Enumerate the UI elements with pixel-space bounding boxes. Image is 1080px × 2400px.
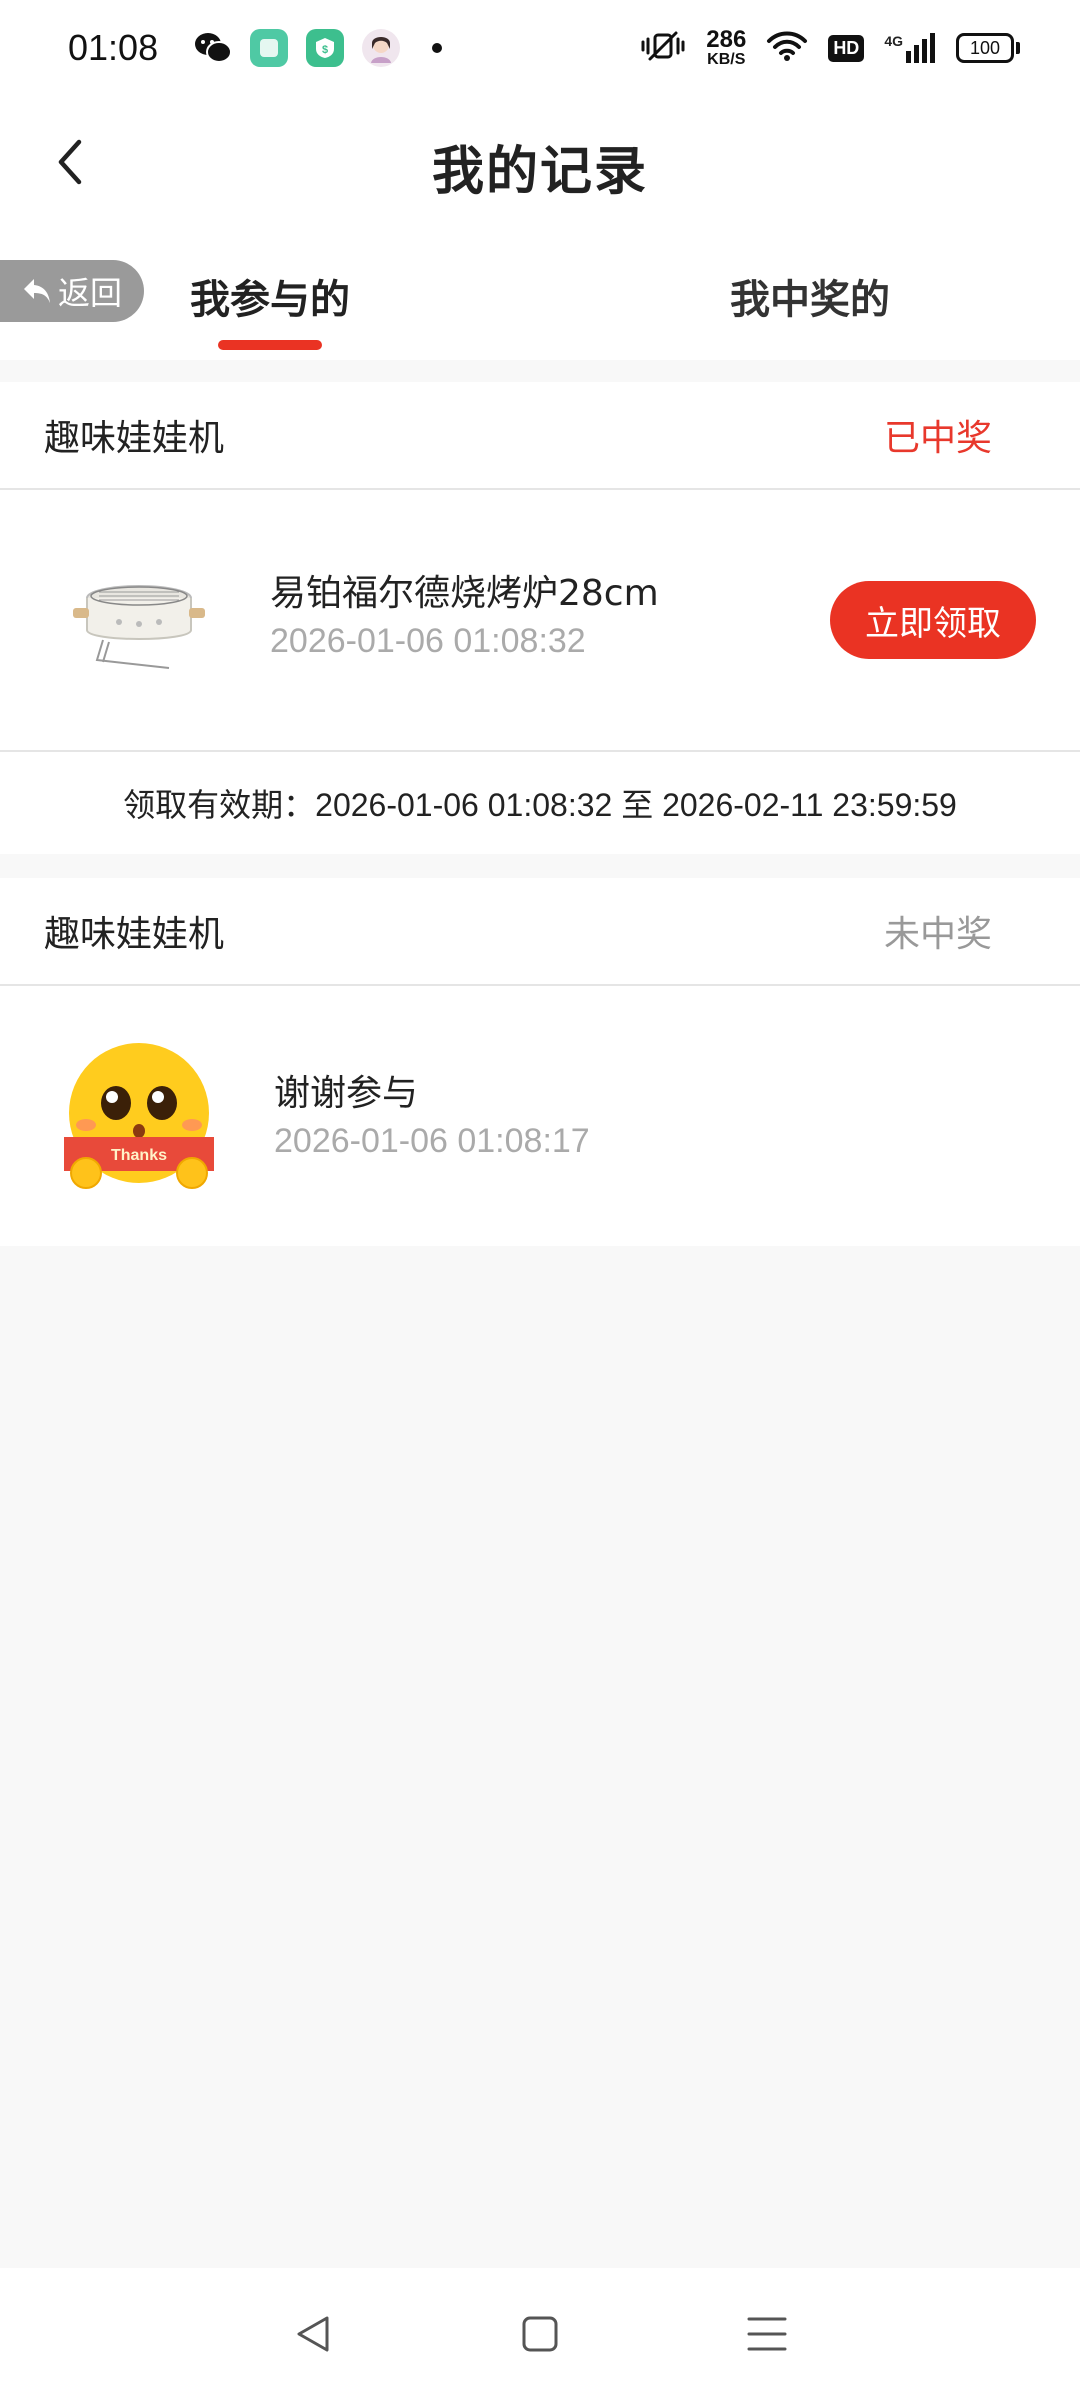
record-time: 2026-01-06 01:08:17 (274, 1122, 590, 1160)
prize-info: 易铂福尔德烧烤炉28cm 2026-01-06 01:08:32 (270, 570, 659, 664)
wifi-icon (766, 30, 808, 66)
app-green-icon (250, 29, 289, 67)
more-notifications-dot (432, 43, 443, 53)
hd-badge: HD (828, 34, 865, 62)
bbq-grill-image (64, 545, 214, 695)
screen: 01:08 $ 286 KB/S HD 4G 100 我的记录 返回 我参与的 … (0, 0, 1080, 2400)
square-home-icon (522, 2316, 558, 2352)
prize-name: 易铂福尔德烧烤炉28cm (270, 573, 659, 614)
reply-arrow-icon (23, 279, 50, 303)
return-label: 返回 (57, 274, 122, 312)
game-name: 趣味娃娃机 (44, 914, 225, 955)
validity-label: 领取有效期： (123, 786, 316, 824)
record-body: Thanks 谢谢参与 2026-01-06 01:08:17 (0, 986, 1080, 1246)
network-speed: 286 KB/S (706, 26, 747, 68)
thanks-badge-text: Thanks (111, 1147, 167, 1164)
system-nav-bar (0, 2268, 1080, 2400)
record-header: 趣味娃娃机 未中奖 (0, 878, 1080, 986)
status-badge: 未中奖 (883, 914, 992, 955)
nav-home-button[interactable] (500, 2294, 580, 2374)
signal-4g-icon: 4G (884, 33, 936, 63)
status-time: 01:08 (68, 27, 159, 68)
active-tab-indicator (218, 340, 322, 350)
wechat-icon (194, 29, 233, 67)
claim-validity: 领取有效期： 2026-01-06 01:08:32 至 2026-02-11 … (0, 750, 1080, 854)
game-name: 趣味娃娃机 (44, 418, 225, 459)
nav-menu-button[interactable] (727, 2294, 807, 2374)
battery-icon: 100 (956, 33, 1020, 63)
record-body: 易铂福尔德烧烤炉28cm 2026-01-06 01:08:32 立即领取 (0, 490, 1080, 750)
tab-won[interactable]: 我中奖的 (710, 256, 910, 336)
prize-name: 谢谢参与 (274, 1073, 419, 1114)
svg-text:$: $ (322, 44, 328, 56)
tab-participated[interactable]: 我参与的 (170, 256, 370, 336)
notification-icons: $ (194, 29, 443, 67)
nav-back-button[interactable] (273, 2294, 353, 2374)
record-tabs: 返回 我参与的 我中奖的 (0, 236, 1080, 360)
prize-info: 谢谢参与 2026-01-06 01:08:17 (274, 1070, 590, 1164)
status-right: 286 KB/S HD 4G 100 (640, 28, 1020, 68)
status-badge: 已中奖 (883, 418, 992, 459)
menu-lines-icon (747, 2317, 787, 2351)
back-button[interactable] (40, 132, 100, 192)
record-card: 趣味娃娃机 已中奖 易铂福尔德烧烤炉28cm 2026-01-06 01:08:… (0, 382, 1080, 854)
triangle-back-icon (297, 2316, 329, 2352)
record-time: 2026-01-06 01:08:32 (270, 622, 586, 660)
return-button[interactable]: 返回 (0, 260, 144, 322)
chevron-left-icon (58, 139, 82, 185)
page-header: 我的记录 (0, 96, 1080, 236)
validity-range: 2026-01-06 01:08:32 至 2026-02-11 23:59:5… (315, 787, 957, 823)
status-bar: 01:08 $ 286 KB/S HD 4G 100 (0, 0, 1080, 96)
vibrate-mute-icon (640, 29, 686, 67)
app-wallet-icon: $ (306, 29, 345, 67)
thanks-emoji-image: Thanks (64, 1041, 214, 1191)
record-card: 趣味娃娃机 未中奖 Thanks 谢谢参与 2026-01-06 01:08:1… (0, 878, 1080, 1246)
page-title: 我的记录 (431, 141, 648, 202)
claim-now-button[interactable]: 立即领取 (830, 581, 1036, 659)
avatar-app-icon (362, 29, 401, 67)
record-header: 趣味娃娃机 已中奖 (0, 382, 1080, 490)
